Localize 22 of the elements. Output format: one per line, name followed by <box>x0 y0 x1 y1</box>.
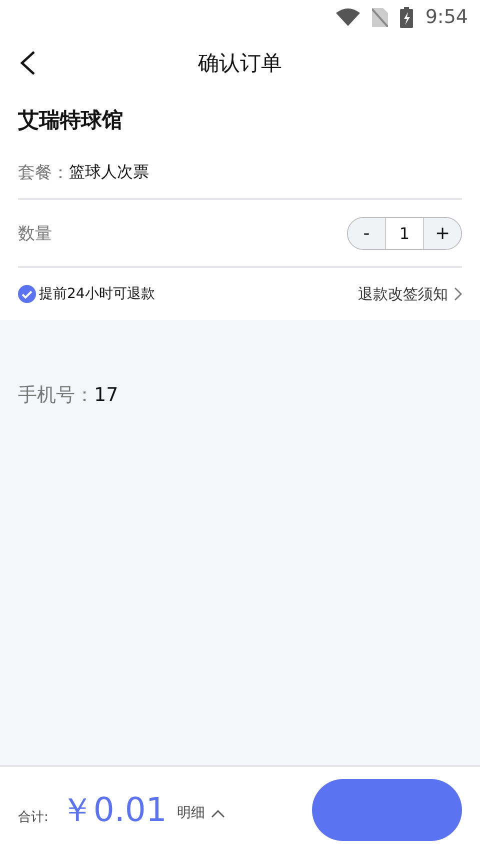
minus-button[interactable]: - <box>348 218 385 248</box>
plus-button[interactable]: + <box>424 218 461 248</box>
venue-name: 艾瑞特球馆 <box>18 107 124 134</box>
quantity-value: 1 <box>385 218 424 248</box>
checkbox-icon[interactable] <box>18 285 36 303</box>
page-title: 确认订单 <box>198 50 282 77</box>
package-value: 篮球人次票 <box>69 162 149 182</box>
wifi-icon <box>336 8 360 26</box>
details-toggle[interactable]: 明细 <box>176 804 225 822</box>
chevron-up-icon <box>210 808 225 818</box>
refund-policy: 提前24小时可退款 <box>39 285 155 303</box>
phone-label: 手机号： <box>18 383 94 408</box>
total-label: 合计: <box>18 809 48 826</box>
status-time: 9:54 <box>425 6 468 28</box>
chevron-right-icon <box>454 287 462 301</box>
no-sim-icon <box>372 8 388 26</box>
total-amount: ￥0.01 <box>60 788 167 830</box>
battery-charging-icon <box>400 6 414 28</box>
phone-value: 17 <box>94 384 118 406</box>
refund-notice-link[interactable]: 退款改签须知 <box>358 284 462 304</box>
package-label: 套餐： <box>18 162 69 184</box>
quantity-label: 数量 <box>18 222 52 244</box>
